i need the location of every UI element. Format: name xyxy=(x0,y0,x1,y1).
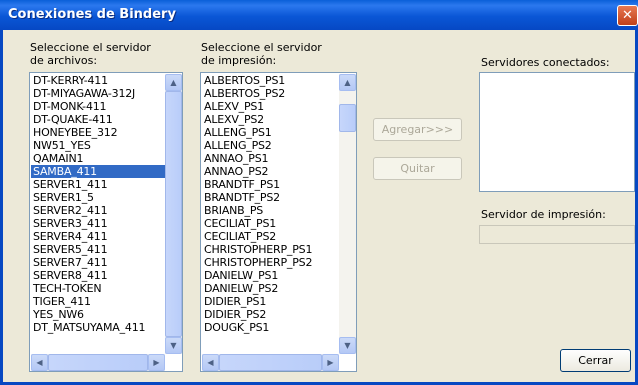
scroll-left-icon[interactable]: ◀ xyxy=(31,354,48,371)
scroll-up-icon[interactable]: ▲ xyxy=(165,74,182,91)
print-server-list-item[interactable]: BRANDTF_PS1 xyxy=(202,178,339,191)
print-server-list-item[interactable]: ALEXV_PS1 xyxy=(202,100,339,113)
file-server-list-item[interactable]: YES_NW6 xyxy=(31,308,165,321)
print-server-label-line2: de impresión: xyxy=(201,54,277,67)
print-server-list-item[interactable]: CHRISTOPHERP_PS1 xyxy=(202,243,339,256)
print-server-label: Seleccione el servidor de impresión: xyxy=(201,41,322,67)
print-server-hscroll[interactable]: ◀ ▶ xyxy=(202,354,339,371)
file-server-list-item[interactable]: SERVER1_5 xyxy=(31,191,165,204)
print-server-list-item[interactable]: CECILIAT_PS1 xyxy=(202,217,339,230)
file-server-vscroll[interactable]: ▲ ▼ xyxy=(165,74,182,354)
file-server-listbox[interactable]: DT-KERRY-411 DT-MIYAGAWA-312J DT-MONK-411 D… xyxy=(29,72,183,372)
scroll-thumb[interactable] xyxy=(339,104,356,132)
print-server-list-item[interactable]: ALEXV_PS2 xyxy=(202,113,339,126)
connected-servers-label: Servidores conectados: xyxy=(481,56,610,69)
print-server-list-item[interactable]: BRANDTF_PS2 xyxy=(202,191,339,204)
print-server-list-item[interactable]: ALBERTOS_PS1 xyxy=(202,74,339,87)
print-server-list-item[interactable]: DANIELW_PS1 xyxy=(202,269,339,282)
scroll-down-icon[interactable]: ▼ xyxy=(165,337,182,354)
file-server-label: Seleccione el servidor de archivos: xyxy=(30,41,151,67)
file-server-list-item[interactable]: TIGER_411 xyxy=(31,295,165,308)
file-server-list-item[interactable]: QAMAIN1 xyxy=(31,152,165,165)
scroll-up-icon[interactable]: ▲ xyxy=(339,74,356,91)
file-server-list-item[interactable]: HONEYBEE_312 xyxy=(31,126,165,139)
file-server-list-item[interactable]: DT-KERRY-411 xyxy=(31,74,165,87)
scroll-thumb-h[interactable] xyxy=(48,354,148,371)
file-server-items: DT-KERRY-411 DT-MIYAGAWA-312J DT-MONK-411 D… xyxy=(31,74,165,334)
file-server-list-item[interactable]: SERVER3_411 xyxy=(31,217,165,230)
file-server-list-item[interactable]: DT-MONK-411 xyxy=(31,100,165,113)
remove-button[interactable]: Quitar xyxy=(373,157,462,180)
print-server-list-item[interactable]: ALBERTOS_PS2 xyxy=(202,87,339,100)
print-server-vscroll[interactable]: ▲ ▼ xyxy=(339,74,356,354)
print-server-field xyxy=(479,225,635,244)
title-bar: Conexiones de Bindery ✕ xyxy=(0,0,638,30)
file-server-list-item[interactable]: SERVER1_411 xyxy=(31,178,165,191)
scroll-right-icon[interactable]: ▶ xyxy=(148,354,165,371)
file-server-list-item[interactable]: SAMBA_411 xyxy=(31,165,165,178)
scroll-thumb-h[interactable] xyxy=(219,354,322,371)
file-server-label-line2: de archivos: xyxy=(30,54,98,67)
file-server-label-line1: Seleccione el servidor xyxy=(30,41,151,54)
print-server-list-item[interactable]: DIDIER_PS1 xyxy=(202,295,339,308)
window-title: Conexiones de Bindery xyxy=(8,7,176,22)
file-server-list-item[interactable]: DT_MATSUYAMA_411 xyxy=(31,321,165,334)
file-server-list-item[interactable]: DT-MIYAGAWA-312J xyxy=(31,87,165,100)
scroll-down-icon[interactable]: ▼ xyxy=(339,337,356,354)
print-server-list-item[interactable]: BRIANB_PS xyxy=(202,204,339,217)
print-server-list-item[interactable]: DOUGK_PS1 xyxy=(202,321,339,334)
add-button[interactable]: Agregar>>> xyxy=(373,118,462,141)
scroll-left-icon[interactable]: ◀ xyxy=(202,354,219,371)
print-server-list-item[interactable]: ALLENG_PS1 xyxy=(202,126,339,139)
close-icon[interactable]: ✕ xyxy=(617,5,638,26)
file-server-list-item[interactable]: DT-QUAKE-411 xyxy=(31,113,165,126)
print-server-label-line1: Seleccione el servidor xyxy=(201,41,322,54)
print-server-listbox[interactable]: ALBERTOS_PS1 ALBERTOS_PS2 ALEXV_PS1 ALEXV_P… xyxy=(200,72,357,372)
print-server-items: ALBERTOS_PS1 ALBERTOS_PS2 ALEXV_PS1 ALEXV_P… xyxy=(202,74,339,334)
file-server-list-item[interactable]: SERVER4_411 xyxy=(31,230,165,243)
file-server-list-item[interactable]: TECH-TOKEN xyxy=(31,282,165,295)
file-server-list-item[interactable]: SERVER7_411 xyxy=(31,256,165,269)
file-server-hscroll[interactable]: ◀ ▶ xyxy=(31,354,165,371)
file-server-list-item[interactable]: SERVER5_411 xyxy=(31,243,165,256)
file-server-list-item[interactable]: SERVER2_411 xyxy=(31,204,165,217)
print-server-list-item[interactable]: ANNAO_PS2 xyxy=(202,165,339,178)
close-button[interactable]: Cerrar xyxy=(560,349,631,372)
print-server-list-item[interactable]: CECILIAT_PS2 xyxy=(202,230,339,243)
print-server-list-item[interactable]: DANIELW_PS2 xyxy=(202,282,339,295)
print-server-list-item[interactable]: ALLENG_PS2 xyxy=(202,139,339,152)
scroll-thumb[interactable] xyxy=(165,91,182,337)
print-server-list-item[interactable]: CHRISTOPHERP_PS2 xyxy=(202,256,339,269)
print-server-field-label: Servidor de impresión: xyxy=(481,208,606,221)
file-server-list-item[interactable]: NW51_YES xyxy=(31,139,165,152)
file-server-list-item[interactable]: SERVER8_411 xyxy=(31,269,165,282)
scroll-right-icon[interactable]: ▶ xyxy=(322,354,339,371)
print-server-list-item[interactable]: DIDIER_PS2 xyxy=(202,308,339,321)
print-server-list-item[interactable]: ANNAO_PS1 xyxy=(202,152,339,165)
connected-servers-list[interactable] xyxy=(479,72,635,192)
